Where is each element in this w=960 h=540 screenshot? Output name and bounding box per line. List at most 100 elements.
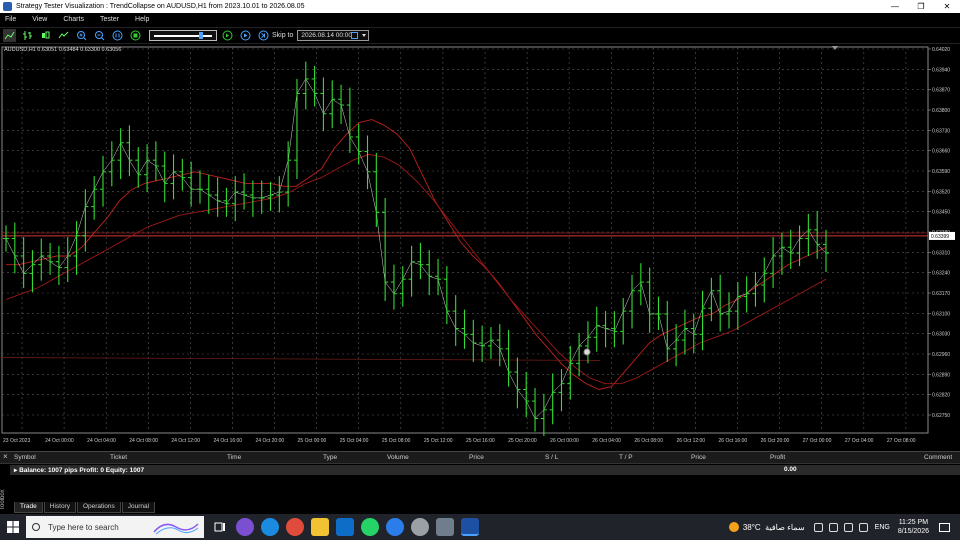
taskbar-search[interactable]: Type here to search [26, 516, 204, 538]
col-volume[interactable]: Volume [387, 454, 409, 461]
step-forward-button[interactable] [221, 29, 234, 42]
bar-chart-icon [23, 31, 32, 40]
col-price[interactable]: Price [469, 454, 484, 461]
tab-journal[interactable]: Journal [121, 502, 156, 513]
time-label: 26 Oct 20:00 [761, 438, 790, 444]
zoom-in-icon [77, 31, 87, 41]
speed-slider-track [154, 35, 212, 37]
chevron-up-icon[interactable] [813, 522, 823, 532]
menu-tester[interactable]: Tester [98, 16, 121, 23]
col-tp[interactable]: T / P [619, 454, 633, 461]
col-type[interactable]: Type [323, 454, 337, 461]
outlook-app[interactable] [336, 518, 354, 536]
language-indicator[interactable]: ENG [875, 524, 890, 531]
chart-shift-marker[interactable] [832, 46, 838, 50]
chrome-app[interactable] [286, 518, 304, 536]
menu-help[interactable]: Help [133, 16, 151, 23]
menu-charts[interactable]: Charts [61, 16, 86, 23]
app-icon [3, 2, 12, 11]
battery-icon[interactable] [858, 522, 868, 532]
maximize-button[interactable]: ❐ [908, 0, 934, 13]
terminal-header: × Symbol Ticket Time Type Volume Price S… [0, 452, 960, 464]
skip-to-label: Skip to [272, 32, 294, 39]
mouse-cursor-icon [583, 348, 591, 356]
candlestick-icon [42, 31, 50, 39]
menu-file[interactable]: File [3, 16, 18, 23]
price-label: 0.63940 [932, 67, 950, 73]
zoom-in-button[interactable] [75, 29, 88, 42]
terminal-panel: × Symbol Ticket Time Type Volume Price S… [0, 451, 960, 513]
price-label: 0.63520 [932, 189, 950, 195]
time-label: 25 Oct 08:00 [382, 438, 411, 444]
speed-slider-thumb[interactable] [198, 32, 203, 39]
skip-date-input[interactable]: 2026.08.14 00:00 [297, 30, 370, 41]
weather-temp: 38°C [742, 522, 761, 532]
col-profit[interactable]: Profit [770, 454, 785, 461]
copilot-app[interactable] [236, 518, 254, 536]
price-chart[interactable]: 0.64020 0.63940 0.63870 0.63800 0.63730 0.636… [0, 44, 960, 449]
zoom-out-button[interactable] [93, 29, 106, 42]
play-button[interactable] [239, 29, 252, 42]
minimize-button[interactable]: — [882, 0, 908, 13]
tab-operations[interactable]: Operations [76, 502, 121, 513]
balance-summary: ▸ Balance: 1007 pips Profit: 0 Equity: 1… [14, 467, 145, 474]
play-icon [240, 30, 251, 41]
metatrader-app[interactable] [436, 518, 454, 536]
bar-chart-button[interactable] [21, 29, 34, 42]
line-chart-button[interactable] [3, 29, 16, 42]
edge-app[interactable] [261, 518, 279, 536]
menu-view[interactable]: View [30, 16, 49, 23]
price-label: 0.63730 [932, 128, 950, 134]
toolbox-label[interactable]: Toolbox [0, 480, 9, 510]
terminal-close-icon[interactable]: × [3, 452, 8, 461]
file-explorer-app[interactable] [311, 518, 329, 536]
notification-icon[interactable] [939, 522, 950, 532]
col-symbol[interactable]: Symbol [14, 454, 36, 461]
tester-app-active[interactable] [461, 518, 479, 536]
tab-trade[interactable]: Trade [14, 502, 43, 513]
candle-chart-button[interactable] [39, 29, 52, 42]
price-label: 0.63310 [932, 250, 950, 256]
pause-button[interactable] [111, 29, 124, 42]
window-title: Strategy Tester Visualization : TrendCol… [16, 3, 305, 10]
telegram-app[interactable] [386, 518, 404, 536]
pause-icon [112, 30, 123, 41]
calendar-icon[interactable] [351, 32, 359, 39]
start-button[interactable] [0, 514, 26, 540]
network-icon[interactable] [828, 522, 838, 532]
speed-slider[interactable] [149, 30, 217, 41]
balance-row[interactable]: ▸ Balance: 1007 pips Profit: 0 Equity: 1… [10, 465, 960, 475]
system-tray: 38°C سماء صافية ENG 11:25 PM 8/15/2026 [728, 514, 960, 540]
terminal-tabs: Trade History Operations Journal [14, 502, 156, 513]
chevron-down-icon[interactable] [362, 34, 367, 37]
clock[interactable]: 11:25 PM 8/15/2026 [898, 518, 929, 536]
time-label: 26 Oct 12:00 [676, 438, 705, 444]
stop-button[interactable] [129, 29, 142, 42]
taskbar: Type here to search 38°C سماء صافية ENG [0, 514, 960, 540]
price-label: 0.62820 [932, 393, 950, 399]
col-time[interactable]: Time [227, 454, 241, 461]
tab-history[interactable]: History [43, 502, 76, 513]
crosshair-icon [4, 31, 15, 40]
time-label: 27 Oct 00:00 [803, 438, 832, 444]
sun-icon [728, 522, 739, 532]
step-forward-icon [222, 30, 233, 41]
stop-icon [130, 30, 141, 41]
chart-canvas[interactable]: 0.64020 0.63940 0.63870 0.63800 0.63730 0.636… [0, 44, 960, 449]
volume-icon[interactable] [843, 522, 853, 532]
price-label: 0.64020 [932, 47, 950, 53]
weather-widget[interactable]: 38°C سماء صافية [728, 522, 805, 532]
steam-app[interactable] [411, 518, 429, 536]
price-label: 0.63870 [932, 88, 950, 94]
close-button[interactable]: ✕ [934, 0, 960, 13]
long-ma-line [1, 357, 601, 361]
col-price-current[interactable]: Price [691, 454, 706, 461]
col-sl[interactable]: S / L [545, 454, 558, 461]
col-comment[interactable]: Comment [924, 454, 952, 461]
line-mode-button[interactable] [57, 29, 70, 42]
whatsapp-app[interactable] [361, 518, 379, 536]
time-label: 26 Oct 00:00 [550, 438, 579, 444]
task-view-button[interactable] [211, 518, 229, 536]
col-ticket[interactable]: Ticket [110, 454, 127, 461]
skip-to-button[interactable] [257, 29, 270, 42]
